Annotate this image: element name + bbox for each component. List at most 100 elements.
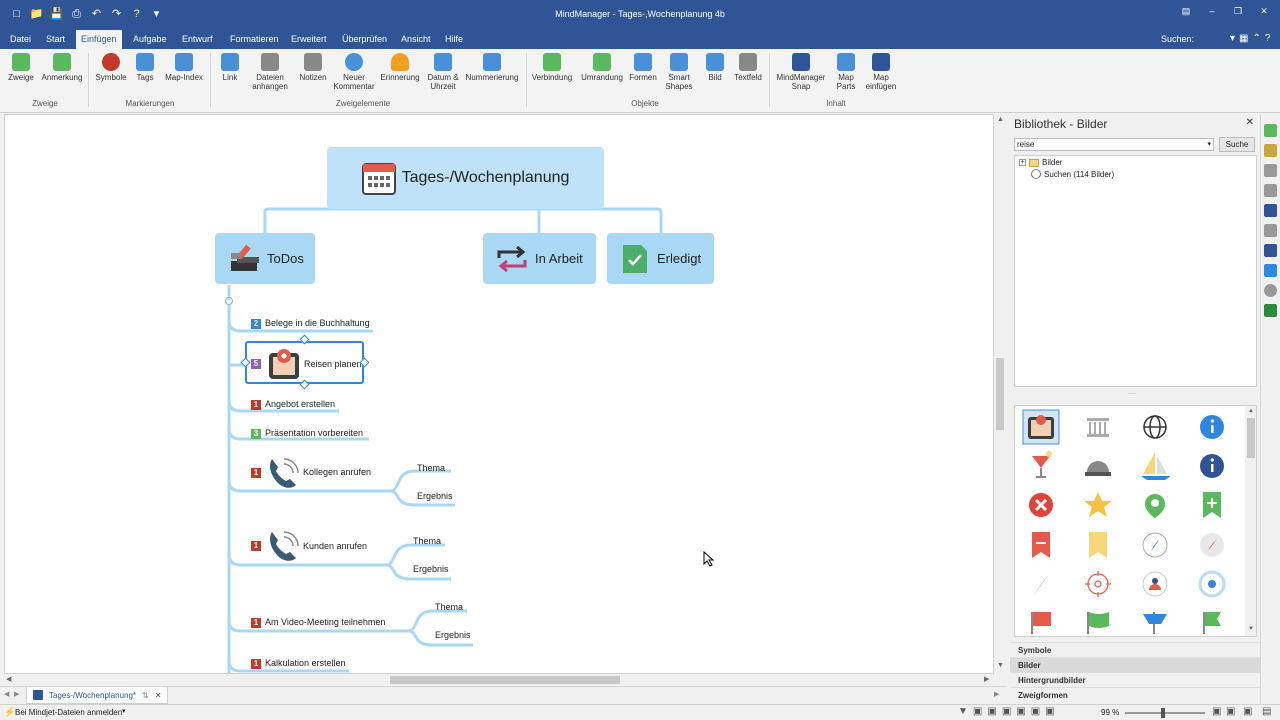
tab-datei[interactable]: Datei <box>5 30 36 49</box>
close-icon[interactable]: ✕ <box>1252 4 1276 18</box>
task-pane-icon[interactable] <box>1264 124 1277 137</box>
view-icon[interactable]: ▣ <box>1002 706 1011 717</box>
view-icon[interactable]: ▣ <box>973 706 982 717</box>
help-icon[interactable]: ? <box>1265 33 1271 44</box>
subtopic-kollegen[interactable]: Kollegen anrufen <box>303 467 371 477</box>
zweige-button[interactable]: Zweige <box>6 53 36 82</box>
subtopic-reisen-selected[interactable]: 5 Reisen planen <box>245 341 364 384</box>
view-icon[interactable]: ▣ <box>1031 706 1040 717</box>
subtopic-kunden[interactable]: Kunden anrufen <box>303 541 367 551</box>
layout-icon[interactable]: ▦ <box>1239 33 1248 44</box>
main-topic-in-arbeit[interactable]: In Arbeit <box>483 233 596 284</box>
collapse-toggle[interactable]: - <box>225 297 233 305</box>
outlook-pane-icon[interactable] <box>1264 264 1277 277</box>
browser-pane-icon[interactable] <box>1264 284 1277 297</box>
scroll-down-icon[interactable]: ▼ <box>1248 626 1254 632</box>
tab-hilfe[interactable]: Hilfe <box>440 30 468 49</box>
excel-pane-icon[interactable] <box>1264 304 1277 317</box>
main-topic-erledigt[interactable]: Erledigt <box>607 233 714 284</box>
section-symbole[interactable]: Symbole <box>1010 642 1260 657</box>
tab-ueberpruefen[interactable]: Überprüfen <box>337 30 392 49</box>
library-pane-icon[interactable] <box>1264 204 1277 217</box>
collapse-ribbon-icon[interactable]: ⌃ <box>1252 33 1260 44</box>
subtopic-kalkulation[interactable]: 1 Kalkulation erstellen <box>251 658 346 669</box>
shapes-button[interactable]: Formen <box>627 53 659 82</box>
symbole-button[interactable]: Symbole <box>94 53 128 82</box>
section-bilder[interactable]: Bilder <box>1010 657 1260 672</box>
chevron-down-icon[interactable]: ▾ <box>1207 139 1211 150</box>
close-icon[interactable]: ✕ <box>1246 117 1254 128</box>
expand-icon[interactable]: + <box>1019 159 1026 166</box>
boundary-button[interactable]: Umrandung <box>580 53 624 82</box>
panel-icon[interactable]: ▤ <box>1262 706 1271 717</box>
tab-start[interactable]: Start <box>41 30 70 49</box>
anmerkung-button[interactable]: Anmerkung <box>40 53 84 82</box>
tab-scroll-right-icon[interactable]: ▶ <box>994 690 999 698</box>
map-parts-button[interactable]: Map Parts <box>832 53 860 91</box>
view-icon[interactable]: ▣ <box>1016 706 1025 717</box>
document-tab[interactable]: Tages-/Wochenplanung* ⇅ ✕ <box>26 687 169 704</box>
image-button[interactable]: Bild <box>702 53 728 82</box>
tags-button[interactable]: Tags <box>131 53 159 82</box>
sign-in-link[interactable]: Bei Mindjet-Dateien anmelden <box>15 708 122 717</box>
pin-icon[interactable]: ⇅ <box>142 691 149 700</box>
calendar-pane-icon[interactable] <box>1264 144 1277 157</box>
scroll-down-icon[interactable]: ▼ <box>997 662 1004 669</box>
new-comment-button[interactable]: Neuer Kommentar <box>332 53 376 91</box>
search-pane-icon[interactable] <box>1264 224 1277 237</box>
date-time-button[interactable]: Datum & Uhrzeit <box>424 53 462 91</box>
gallery-scroll-thumb[interactable] <box>1247 418 1255 458</box>
map-canvas[interactable]: Tages-/Wochenplanung ToDos In Arbeit Erl… <box>4 114 994 674</box>
vertical-scroll-thumb[interactable] <box>996 358 1004 430</box>
close-tab-icon[interactable]: ✕ <box>155 691 162 700</box>
horizontal-scrollbar[interactable]: ◀ ▶ <box>4 674 994 686</box>
library-search-button[interactable]: Suche <box>1219 137 1255 152</box>
markers-pane-icon[interactable] <box>1264 164 1277 177</box>
zoom-slider[interactable] <box>1125 708 1205 718</box>
scroll-up-icon[interactable]: ▲ <box>1248 408 1254 414</box>
tree-item-bilder[interactable]: + Bilder <box>1019 158 1062 167</box>
reminder-button[interactable]: Erinnerung <box>378 53 422 82</box>
central-topic[interactable]: Tages-/Wochenplanung <box>327 147 604 209</box>
connection-button[interactable]: Verbindung <box>530 53 574 82</box>
tab-scroll-left-icon[interactable]: ◀ <box>4 690 9 698</box>
section-zweigformen[interactable]: Zweigformen <box>1010 687 1260 702</box>
index-pane-icon[interactable] <box>1264 184 1277 197</box>
leaf-thema[interactable]: Thema <box>435 602 463 612</box>
notes-button[interactable]: Notizen <box>296 53 330 82</box>
leaf-ergebnis[interactable]: Ergebnis <box>417 491 453 501</box>
attach-files-button[interactable]: Dateien anhangen <box>248 53 292 91</box>
subtopic-video-meeting[interactable]: 1 Am Video-Meeting teilnehmen <box>251 617 385 628</box>
scroll-up-icon[interactable]: ▲ <box>997 116 1004 123</box>
map-index-button[interactable]: Map-Index <box>162 53 206 82</box>
view-icon[interactable]: ▣ <box>987 706 996 717</box>
tab-aufgabe[interactable]: Aufgabe <box>128 30 172 49</box>
snap-pane-icon[interactable] <box>1264 244 1277 257</box>
scroll-left-icon[interactable]: ◀ <box>6 675 11 683</box>
tab-formatieren[interactable]: Formatieren <box>225 30 284 49</box>
tab-erweitert[interactable]: Erweitert <box>286 30 332 49</box>
subtopic-praesentation[interactable]: 3 Präsentation vorbereiten <box>251 428 363 439</box>
chevron-down-icon[interactable]: ▾ <box>122 707 126 715</box>
gallery-scrollbar[interactable]: ▲ ▼ <box>1245 406 1256 636</box>
fit-icon[interactable]: ▣ <box>1212 706 1221 717</box>
insert-map-button[interactable]: Map einfügen <box>862 53 900 91</box>
leaf-ergebnis[interactable]: Ergebnis <box>413 564 449 574</box>
vertical-scrollbar[interactable]: ▲ ▼ <box>994 114 1006 674</box>
link-button[interactable]: Link <box>216 53 244 82</box>
ribbon-display-icon[interactable]: ▤ <box>1174 4 1198 18</box>
filter-icon[interactable]: ▼ <box>958 706 968 717</box>
leaf-ergebnis[interactable]: Ergebnis <box>435 630 471 640</box>
mindmanager-snap-button[interactable]: MindManager Snap <box>773 53 829 91</box>
main-topic-todos[interactable]: ToDos <box>215 233 315 284</box>
tab-einfuegen[interactable]: Einfügen <box>76 30 122 49</box>
tab-ansicht[interactable]: Ansicht <box>396 30 436 49</box>
fit-icon[interactable]: ▣ <box>1243 706 1252 717</box>
scroll-right-icon[interactable]: ▶ <box>984 675 989 683</box>
tab-entwurf[interactable]: Entwurf <box>177 30 218 49</box>
restore-icon[interactable]: ❐ <box>1226 4 1250 18</box>
section-hintergrundbilder[interactable]: Hintergrundbilder <box>1010 672 1260 687</box>
subtopic-angebot[interactable]: 1 Angebot erstellen <box>251 399 335 410</box>
smart-shapes-button[interactable]: Smart Shapes <box>662 53 696 91</box>
chevron-down-icon[interactable]: ▾ <box>1230 33 1235 44</box>
